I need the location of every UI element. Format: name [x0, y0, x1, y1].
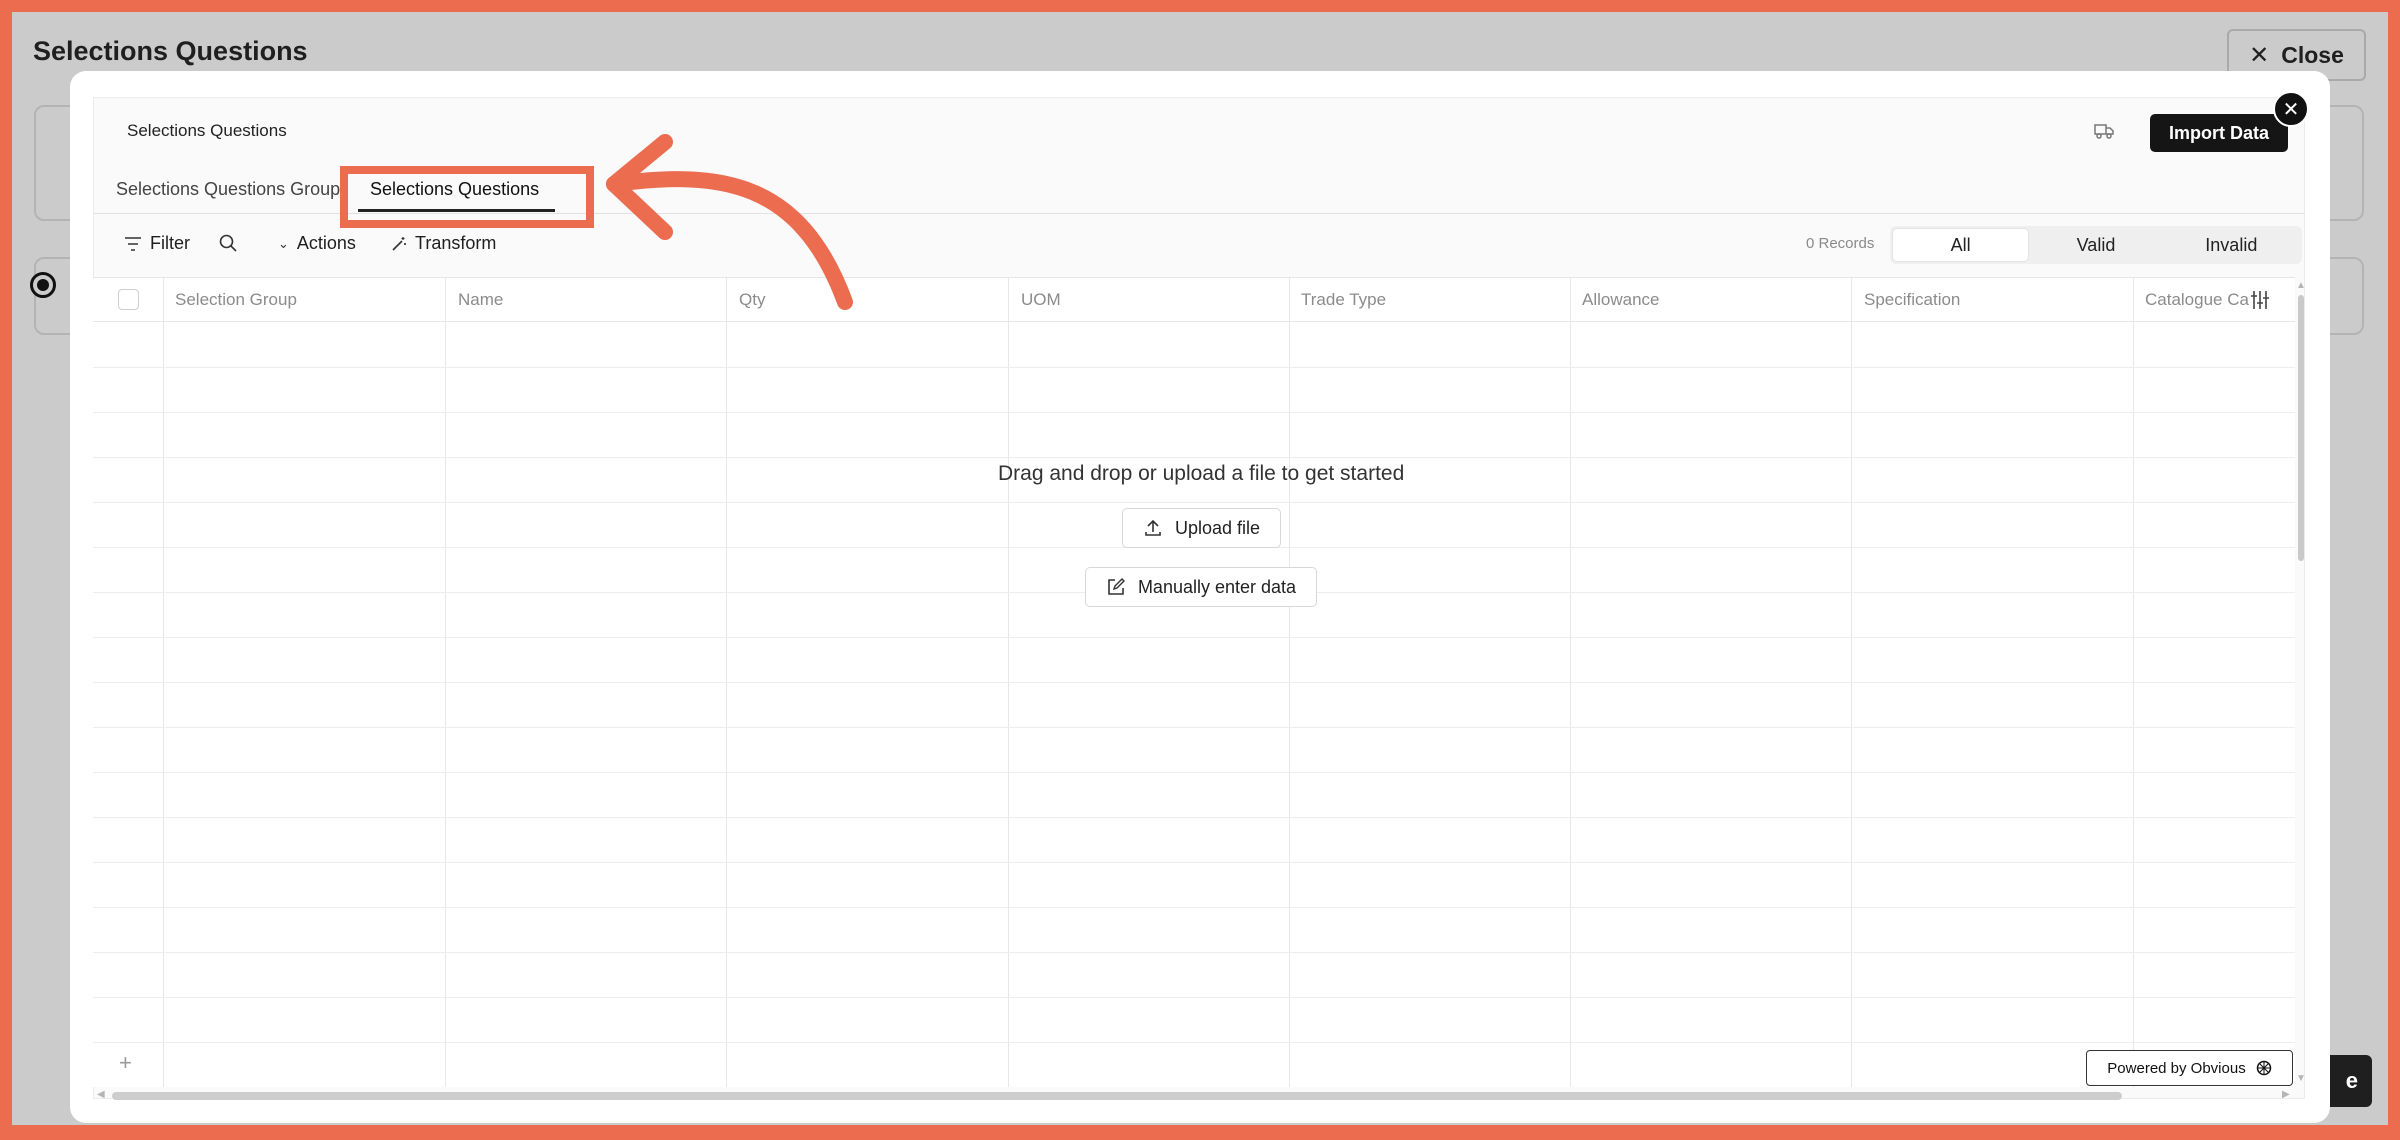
transform-button[interactable]: Transform: [391, 233, 496, 254]
column-header[interactable]: UOM: [1021, 290, 1061, 310]
modal-close-button[interactable]: ✕: [2273, 91, 2309, 127]
filter-button[interactable]: Filter: [124, 233, 190, 254]
close-icon: ✕: [2249, 41, 2270, 69]
obvious-logo-icon: [2256, 1060, 2271, 1076]
empty-state-message: Drag and drop or upload a file to get st…: [998, 462, 1405, 485]
grid-row-divider: [93, 1042, 2295, 1043]
filter-label: Filter: [150, 233, 190, 253]
grid-row-divider: [93, 367, 2295, 368]
grid-header: Selection Group Name Qty UOM Trade Type …: [93, 277, 2295, 322]
transform-label: Transform: [415, 233, 497, 253]
column-header[interactable]: Name: [458, 290, 503, 310]
scroll-left-icon[interactable]: ◀: [97, 1089, 105, 1100]
data-grid: Selection Group Name Qty UOM Trade Type …: [93, 277, 2295, 1087]
add-row-button[interactable]: +: [119, 1050, 132, 1076]
scroll-down-icon[interactable]: ▼: [2296, 1073, 2306, 1084]
page-title: Selections Questions: [33, 36, 308, 66]
column-header[interactable]: Trade Type: [1301, 290, 1386, 310]
actions-button[interactable]: ⌄ Actions: [278, 233, 356, 254]
scroll-right-icon[interactable]: ▶: [2282, 1089, 2290, 1100]
powered-by-label: Powered by Obvious: [2107, 1059, 2246, 1077]
edit-icon: [1108, 578, 1125, 595]
grid-row-divider: [93, 502, 2295, 503]
grid-row-divider: [93, 727, 2295, 728]
vertical-scroll-thumb[interactable]: [2298, 295, 2304, 561]
records-count: 0 Records: [1806, 235, 1875, 252]
grid-row-divider: [93, 682, 2295, 683]
powered-by-badge[interactable]: Powered by Obvious: [2086, 1050, 2293, 1086]
grid-row-divider: [93, 457, 2295, 458]
close-label: Close: [2281, 41, 2344, 68]
grid-row-divider: [93, 907, 2295, 908]
scroll-up-icon[interactable]: ▲: [2296, 280, 2306, 291]
actions-label: Actions: [296, 233, 356, 253]
truck-icon[interactable]: [2093, 122, 2115, 140]
segment-valid[interactable]: Valid: [2028, 229, 2163, 261]
magic-wand-icon: [392, 236, 406, 251]
grid-row-divider: [93, 817, 2295, 818]
column-settings-icon[interactable]: [2249, 289, 2271, 311]
annotation-highlight-box: [340, 166, 594, 228]
column-header[interactable]: Qty: [739, 290, 765, 310]
upload-file-button[interactable]: Upload file: [1122, 508, 1281, 548]
manual-entry-label: Manually enter data: [1137, 576, 1297, 597]
radio-button[interactable]: [30, 272, 56, 298]
chevron-down-icon: ⌄: [278, 235, 289, 251]
column-header[interactable]: Allowance: [1582, 290, 1660, 310]
grid-row-divider: [93, 952, 2295, 953]
import-data-button[interactable]: Import Data: [2150, 114, 2288, 152]
search-button[interactable]: [218, 233, 238, 253]
horizontal-scroll-thumb[interactable]: [112, 1092, 2122, 1100]
grid-row-divider: [93, 997, 2295, 998]
importer-title: Selections Questions: [127, 121, 287, 140]
upload-icon: [1145, 519, 1161, 536]
close-icon: ✕: [2282, 98, 2300, 121]
grid-row-divider: [93, 637, 2295, 638]
column-header[interactable]: Specification: [1864, 290, 1960, 310]
grid-row-divider: [93, 862, 2295, 863]
grid-row-divider: [93, 412, 2295, 413]
record-filter-segmented: All Valid Invalid: [1890, 226, 2302, 264]
column-header[interactable]: Catalogue Ca: [2145, 290, 2249, 310]
select-all-checkbox[interactable]: [118, 289, 139, 310]
grid-row-divider: [93, 772, 2295, 773]
segment-invalid[interactable]: Invalid: [2164, 229, 2299, 261]
manually-enter-data-button[interactable]: Manually enter data: [1085, 567, 1317, 607]
filter-icon: [125, 236, 141, 251]
tab-selections-questions-group[interactable]: Selections Questions Group: [116, 179, 340, 200]
column-header[interactable]: Selection Group: [175, 290, 297, 310]
upload-file-label: Upload file: [1174, 517, 1261, 538]
segment-all[interactable]: All: [1893, 229, 2029, 261]
search-icon: [219, 234, 237, 252]
